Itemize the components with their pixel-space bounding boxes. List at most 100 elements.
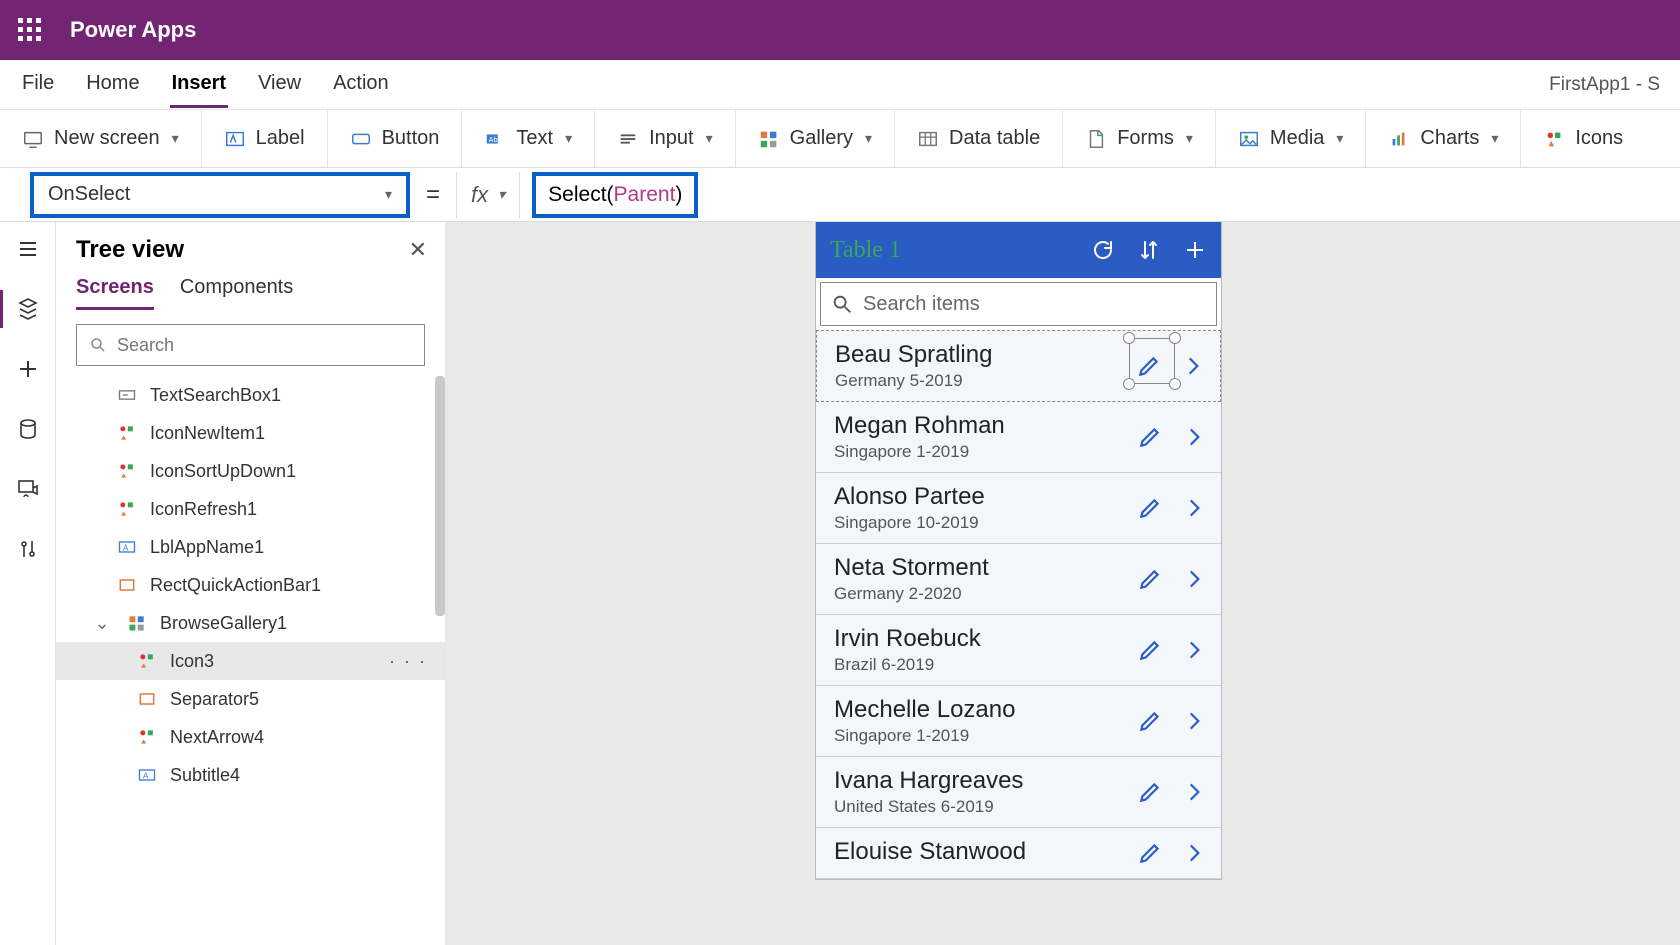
tree-view-icon[interactable] xyxy=(15,296,41,322)
canvas[interactable]: Table 1 Search items Beau SpratlingGerma… xyxy=(446,222,1680,945)
tree-tab-screens[interactable]: Screens xyxy=(76,276,154,310)
label-icon: A xyxy=(116,536,138,558)
tree-tab-components[interactable]: Components xyxy=(180,276,293,310)
gallery-button[interactable]: Gallery ▾ xyxy=(736,110,895,167)
charts-button[interactable]: Charts ▾ xyxy=(1366,110,1521,167)
tree-item[interactable]: Icon3· · · xyxy=(56,642,445,680)
forms-button[interactable]: Forms ▾ xyxy=(1063,110,1216,167)
app-launcher-icon[interactable] xyxy=(18,18,42,42)
chevron-right-icon[interactable] xyxy=(1181,779,1207,805)
media-button[interactable]: Media ▾ xyxy=(1216,110,1367,167)
scrollbar[interactable] xyxy=(435,376,445,616)
edit-icon[interactable] xyxy=(1137,495,1163,521)
data-table-button[interactable]: Data table xyxy=(895,110,1063,167)
chevron-down-icon: ▾ xyxy=(498,186,505,203)
edit-icon[interactable] xyxy=(1137,840,1163,866)
tree-item[interactable]: A Subtitle4 xyxy=(56,756,445,794)
text-button[interactable]: Abc Text ▾ xyxy=(462,110,595,167)
tools-icon[interactable] xyxy=(15,536,41,562)
button-button[interactable]: Button xyxy=(328,110,463,167)
svg-text:A: A xyxy=(123,542,129,552)
more-icon[interactable]: · · · xyxy=(389,651,427,672)
tree-item[interactable]: ALblAppName1 xyxy=(56,528,445,566)
gallery-row[interactable]: Irvin RoebuckBrazil 6-2019 xyxy=(816,615,1221,686)
media-nav-icon[interactable] xyxy=(15,476,41,502)
chevron-down-icon: ▾ xyxy=(565,130,572,147)
row-title: Beau Spratling xyxy=(835,341,1136,369)
plus-icon[interactable] xyxy=(1183,238,1207,262)
chevron-right-icon[interactable] xyxy=(1181,637,1207,663)
chevron-right-icon[interactable] xyxy=(1181,840,1207,866)
tree-item[interactable]: RectQuickActionBar1 xyxy=(56,566,445,604)
edit-icon[interactable] xyxy=(1137,424,1163,450)
fx-button[interactable]: fx ▾ xyxy=(456,172,520,218)
tree-item[interactable]: TextSearchBox1 xyxy=(56,376,445,414)
search-icon xyxy=(831,293,853,315)
chevron-right-icon[interactable] xyxy=(1181,424,1207,450)
gallery-row[interactable]: Mechelle LozanoSingapore 1-2019 xyxy=(816,686,1221,757)
forms-label: Forms xyxy=(1117,127,1174,150)
phone-search[interactable]: Search items xyxy=(820,282,1217,326)
chevron-right-icon[interactable] xyxy=(1181,566,1207,592)
menu-item-home[interactable]: Home xyxy=(84,62,141,108)
edit-icon[interactable] xyxy=(1137,637,1163,663)
tree-search[interactable] xyxy=(76,324,425,366)
gallery-row[interactable]: Ivana HargreavesUnited States 6-2019 xyxy=(816,757,1221,828)
tree-item[interactable]: IconSortUpDown1 xyxy=(56,452,445,490)
tree-item[interactable]: ⌄BrowseGallery1 xyxy=(56,604,445,642)
row-subtitle: United States 6-2019 xyxy=(834,797,1137,817)
tree-item-label: TextSearchBox1 xyxy=(150,385,281,406)
edit-icon[interactable] xyxy=(1137,708,1163,734)
tree-item-label: Subtitle4 xyxy=(170,765,240,786)
gallery-row[interactable]: Alonso ParteeSingapore 10-2019 xyxy=(816,473,1221,544)
svg-text:A: A xyxy=(143,770,149,780)
media-label: Media xyxy=(1270,127,1324,150)
tree-item[interactable]: NextArrow4 xyxy=(56,718,445,756)
left-rail xyxy=(0,222,56,945)
property-selector[interactable]: OnSelect ▾ xyxy=(30,172,410,218)
menu-item-insert[interactable]: Insert xyxy=(170,62,228,108)
edit-icon[interactable] xyxy=(1137,779,1163,805)
chevron-down-icon: ▾ xyxy=(1491,130,1498,147)
refresh-icon[interactable] xyxy=(1091,238,1115,262)
label-button[interactable]: Label xyxy=(202,110,328,167)
chevron-down-icon[interactable]: ⌄ xyxy=(94,613,110,634)
menu-item-action[interactable]: Action xyxy=(331,62,391,108)
tree-search-input[interactable] xyxy=(117,335,412,356)
tree-item-label: IconNewItem1 xyxy=(150,423,265,444)
gallery-row[interactable]: Megan RohmanSingapore 1-2019 xyxy=(816,402,1221,473)
chevron-right-icon[interactable] xyxy=(1181,708,1207,734)
gallery-icon xyxy=(126,612,148,634)
add-icon[interactable] xyxy=(15,356,41,382)
data-icon[interactable] xyxy=(15,416,41,442)
svg-text:Abc: Abc xyxy=(489,134,502,143)
chevron-down-icon: ▾ xyxy=(385,186,392,203)
text-icon: Abc xyxy=(484,128,506,150)
close-icon[interactable]: ✕ xyxy=(409,237,427,263)
hamburger-icon[interactable] xyxy=(15,236,41,262)
tree-item[interactable]: IconRefresh1 xyxy=(56,490,445,528)
tree-item[interactable]: Separator5 xyxy=(56,680,445,718)
chevron-right-icon[interactable] xyxy=(1180,353,1206,379)
formula-input[interactable]: Select(Parent) xyxy=(532,172,698,218)
chevron-right-icon[interactable] xyxy=(1181,495,1207,521)
row-subtitle: Germany 5-2019 xyxy=(835,371,1136,391)
charts-icon xyxy=(1388,128,1410,150)
tree-item-label: IconRefresh1 xyxy=(150,499,257,520)
edit-icon[interactable] xyxy=(1136,353,1162,379)
edit-icon[interactable] xyxy=(1137,566,1163,592)
label-icon xyxy=(224,128,246,150)
menu-item-view[interactable]: View xyxy=(256,62,303,108)
sort-icon[interactable] xyxy=(1137,238,1161,262)
gallery-row[interactable]: Beau SpratlingGermany 5-2019 xyxy=(816,330,1221,402)
icons-button[interactable]: Icons xyxy=(1521,110,1645,167)
phone-header: Table 1 xyxy=(816,222,1221,278)
chevron-down-icon: ▾ xyxy=(172,130,179,147)
gallery-row[interactable]: Neta StormentGermany 2-2020 xyxy=(816,544,1221,615)
menu-item-file[interactable]: File xyxy=(20,62,56,108)
new-screen-button[interactable]: New screen ▾ xyxy=(0,110,202,167)
row-title: Alonso Partee xyxy=(834,483,1137,511)
tree-item[interactable]: IconNewItem1 xyxy=(56,414,445,452)
gallery-row[interactable]: Elouise Stanwood xyxy=(816,828,1221,879)
input-button[interactable]: Input ▾ xyxy=(595,110,736,167)
